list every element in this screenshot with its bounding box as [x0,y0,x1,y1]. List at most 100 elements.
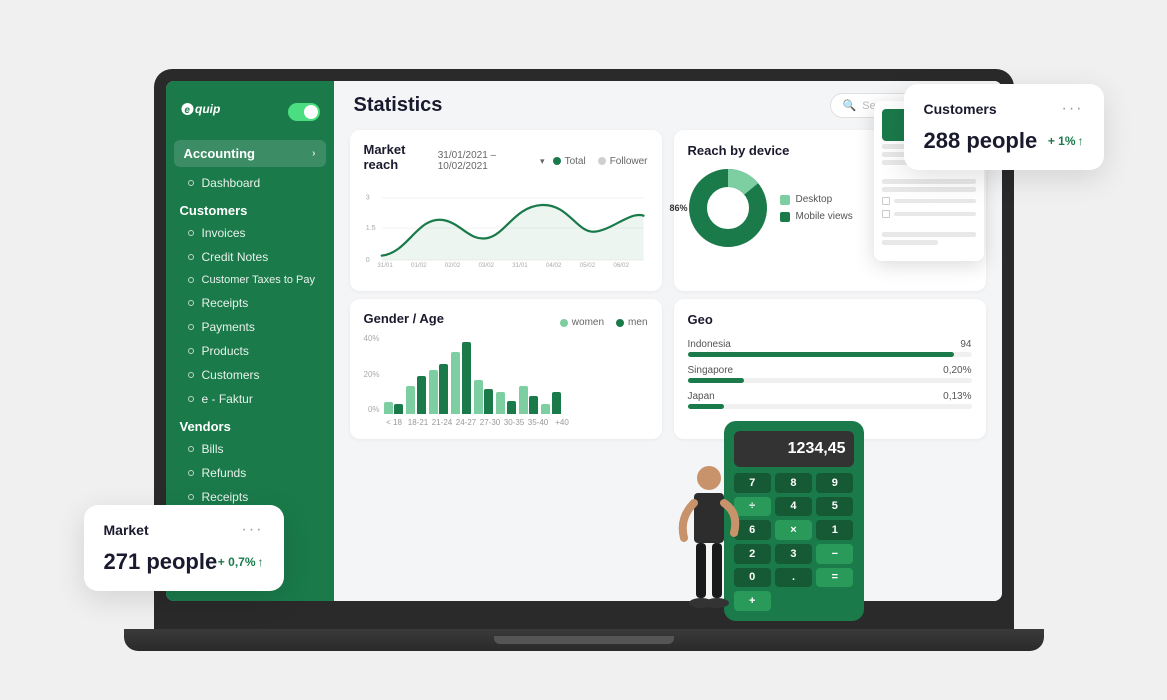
sidebar-toggle[interactable] [288,103,320,121]
calc-btn-5: 5 [816,497,853,517]
bar-chart [384,334,648,414]
sidebar-item-credit-notes[interactable]: Credit Notes [166,245,334,269]
calc-buttons: 7 8 9 ÷ 4 5 6 × 1 2 3 − 0 . = + [734,473,854,611]
legend-follower-label: Follower [610,156,648,167]
sidebar-item-products[interactable]: Products [166,339,334,363]
bar-group-2730 [474,380,494,414]
payments-dot [188,324,194,330]
sidebar-item-customers[interactable]: Customers [166,363,334,387]
x-3540: 35-40 [528,418,549,427]
device-legend: Desktop Mobile views [780,194,853,222]
mobile-label: Mobile views [796,211,853,222]
sidebar-item-dashboard[interactable]: Dashboard [166,171,334,195]
refunds-label: Refunds [202,466,247,480]
svg-text:e: e [184,105,190,116]
person-illustration [674,458,744,623]
geo-card: Geo Indonesia 94 [674,299,986,439]
checkbox-2 [882,210,890,218]
x-2427: 24-27 [456,418,477,427]
clipboard-checkbox-row [882,197,976,205]
sidebar-item-refunds[interactable]: Refunds [166,461,334,485]
x-axis-labels: < 18 18-21 21-24 24-27 27-30 30-35 35-40… [384,418,648,427]
svg-text:0: 0 [365,256,369,264]
bills-dot [188,446,194,452]
efaktur-dot [188,396,194,402]
men-label: men [628,317,647,328]
women-label: women [572,317,604,328]
laptop-base [124,629,1044,651]
receipts-label: Receipts [202,296,249,310]
legend-men: men [616,317,647,328]
bar-women-3540 [519,386,528,414]
bar-group-2124 [429,364,449,414]
gender-y-axis: 40% 20% 0% [364,334,384,414]
bar-men-lt18 [394,404,403,414]
sidebar-item-payments[interactable]: Payments [166,315,334,339]
market-card-count: 271 people + 0,7% ↑ [104,549,264,575]
customers-change: + 1% ↑ [1048,134,1084,148]
sidebar-logo-area: e quip [166,81,334,136]
geo-indonesia-fill [688,352,955,357]
svg-text:1.5: 1.5 [365,224,375,232]
calc-btn-mul: × [775,520,812,540]
customers-card-header: Customers ··· [924,100,1084,118]
float-customers-card: Customers ··· 288 people + 1% ↑ [904,84,1104,170]
customers-arrow: ↑ [1078,134,1084,148]
calc-btn-minus: − [816,544,853,564]
market-reach-chart: 3 1.5 0 31/01 [364,184,648,274]
geo-japan-fill [688,404,725,409]
gender-age-header: Gender / Age women men [364,311,648,334]
geo-title: Geo [688,312,713,327]
invoices-dot [188,230,194,236]
svg-text:quip: quip [195,102,220,116]
market-count-value: 271 people [104,549,218,575]
x-2124: 21-24 [432,418,453,427]
bar-women-lt18 [384,402,393,414]
dashboard-label: Dashboard [202,176,261,190]
credit-notes-label: Credit Notes [202,250,269,264]
credit-notes-dot [188,254,194,260]
customers-card-menu[interactable]: ··· [1062,100,1084,118]
checkbox-1-line [894,199,976,203]
customers-dot [188,372,194,378]
gender-age-title: Gender / Age [364,311,444,326]
geo-indonesia-header: Indonesia 94 [688,339,972,350]
calc-display-value: 1234,45 [788,440,846,458]
gender-age-card: Gender / Age women men [350,299,662,439]
checkbox-1 [882,197,890,205]
person-svg [674,458,744,618]
svg-text:3: 3 [365,194,369,202]
market-reach-card: Market reach 31/01/2021 – 10/02/2021 ▾ T… [350,130,662,291]
market-reach-header: Market reach 31/01/2021 – 10/02/2021 ▾ T… [364,142,648,180]
sidebar-item-invoices[interactable]: Invoices [166,221,334,245]
customer-taxes-dot [188,277,194,283]
svg-text:01/02: 01/02 [411,262,427,269]
accounting-section[interactable]: Accounting › [174,140,326,167]
refunds-dot [188,470,194,476]
geo-japan-header: Japan 0,13% [688,391,972,402]
sidebar-item-receipts[interactable]: Receipts [166,291,334,315]
customers-group-label: Customers [166,195,334,221]
customers-count-value: 288 people [924,128,1038,154]
customers-card-title: Customers [924,101,997,117]
legend-total-label: Total [565,156,586,167]
calc-btn-4: 4 [775,497,812,517]
bar-women-40plus [541,404,550,414]
sidebar-item-bills[interactable]: Bills [166,437,334,461]
geo-indonesia-name: Indonesia [688,339,731,350]
sidebar-item-customer-taxes[interactable]: Customer Taxes to Pay [166,269,334,291]
market-card-menu[interactable]: ··· [242,521,264,539]
customers-sub-label: Customers [202,368,260,382]
geo-item-indonesia: Indonesia 94 [688,339,972,357]
market-card-header: Market ··· [104,521,264,539]
legend-women: women [560,317,604,328]
bar-women-2730 [474,380,483,414]
charts-bottom-row: Gender / Age women men [334,291,1002,439]
legend-total: Total [553,156,586,167]
laptop-base-notch [494,636,674,644]
payments-label: Payments [202,320,255,334]
y-40: 40% [364,334,380,343]
sidebar-item-efaktur[interactable]: e - Faktur [166,387,334,411]
market-reach-legend: Total Follower [553,156,648,167]
desktop-label: Desktop [796,194,833,205]
